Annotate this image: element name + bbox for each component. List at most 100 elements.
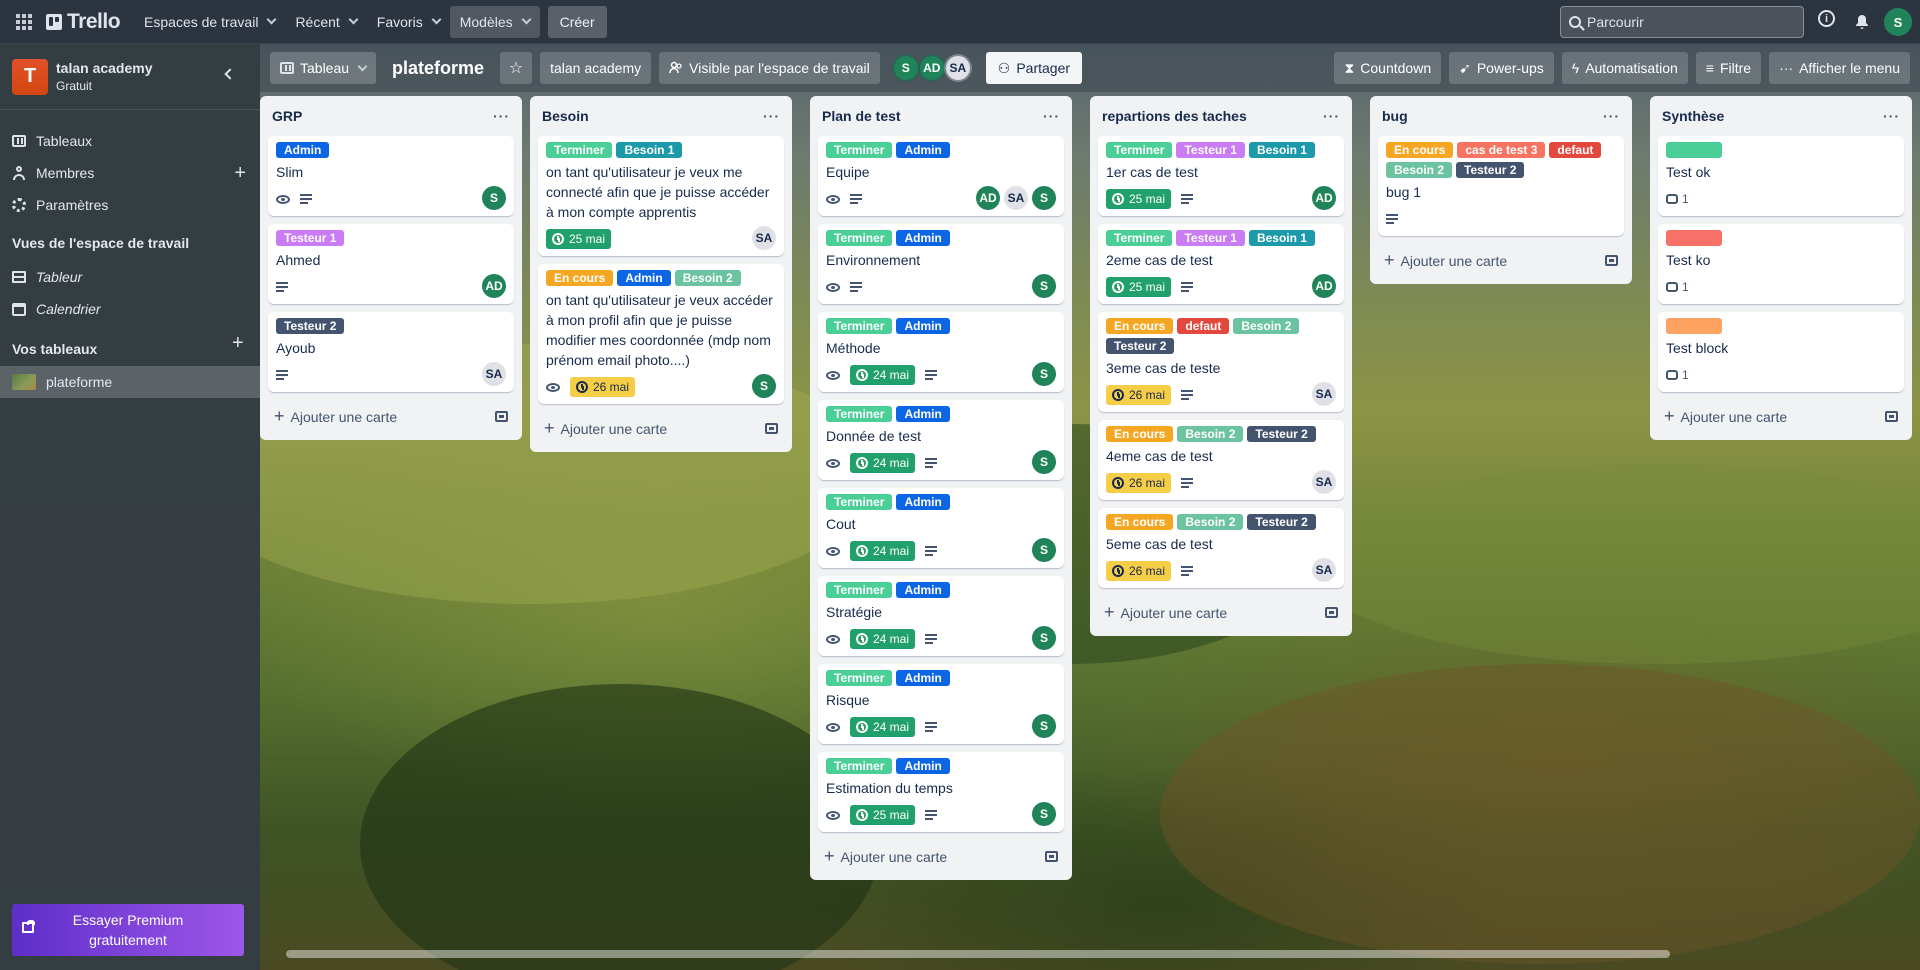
list-header[interactable]: Synthèse ··· xyxy=(1658,96,1904,136)
list-menu-icon[interactable]: ··· xyxy=(1603,108,1620,124)
label-besoin-2[interactable]: Besoin 2 xyxy=(1386,162,1453,178)
card[interactable]: En cours defaut Besoin 2 Testeur 2 3eme cas … xyxy=(1098,312,1344,412)
member-avatar[interactable]: SA xyxy=(1312,470,1336,494)
due-date-badge[interactable]: 26 mai xyxy=(1106,385,1172,405)
label-testeur-2[interactable]: Testeur 2 xyxy=(1247,426,1316,442)
label-terminer[interactable]: Terminer xyxy=(826,758,893,774)
list-menu-icon[interactable]: ··· xyxy=(493,108,510,124)
card[interactable]: Testeur 2 Ayoub SA xyxy=(268,312,514,392)
add-card-button[interactable]: + Ajouter une carte xyxy=(1378,244,1624,276)
label-besoin-1[interactable]: Besoin 1 xyxy=(616,142,683,158)
member-avatar[interactable]: AD xyxy=(976,186,1000,210)
member-avatar[interactable]: SA xyxy=(1312,558,1336,582)
create-button[interactable]: Créer xyxy=(547,5,607,38)
member-avatar[interactable]: AD xyxy=(1312,274,1336,298)
recent-menu[interactable]: Récent xyxy=(285,6,366,38)
member-avatar[interactable]: S xyxy=(1032,186,1056,210)
list-header[interactable]: GRP ··· xyxy=(268,96,514,136)
member-avatar[interactable]: SA xyxy=(1312,382,1336,406)
card-template-icon[interactable] xyxy=(1045,850,1058,862)
list-header[interactable]: Besoin ··· xyxy=(538,96,784,136)
card[interactable]: Terminer Admin Cout 24 mai S xyxy=(818,488,1064,568)
label-orange[interactable] xyxy=(1666,318,1722,334)
label-terminer[interactable]: Terminer xyxy=(1106,230,1173,246)
member-avatar[interactable]: SA xyxy=(482,362,506,386)
label-admin[interactable]: Admin xyxy=(896,494,950,510)
collapse-sidebar-icon[interactable] xyxy=(224,68,236,80)
card-template-icon[interactable] xyxy=(1325,606,1338,618)
member-avatar[interactable]: AD xyxy=(1312,186,1336,210)
member-avatar[interactable]: S xyxy=(1032,274,1056,298)
list-title[interactable]: repartions des taches xyxy=(1102,108,1247,124)
user-avatar[interactable]: S xyxy=(1884,8,1912,36)
due-date-badge[interactable]: 26 mai xyxy=(570,377,636,397)
sidebar-item-boards[interactable]: Tableaux xyxy=(0,125,260,157)
label-testeur-2[interactable]: Testeur 2 xyxy=(1456,162,1525,178)
add-card-button[interactable]: + Ajouter une carte xyxy=(1098,596,1344,628)
add-card-button[interactable]: + Ajouter une carte xyxy=(538,412,784,444)
card[interactable]: Terminer Testeur 1 Besoin 1 1er cas de test… xyxy=(1098,136,1344,216)
card[interactable]: Terminer Admin Stratégie 24 mai S xyxy=(818,576,1064,656)
add-card-button[interactable]: + Ajouter une carte xyxy=(818,840,1064,872)
label-defaut[interactable]: defaut xyxy=(1177,318,1230,334)
label-testeur-1[interactable]: Testeur 1 xyxy=(276,230,345,246)
member-avatar[interactable]: SA xyxy=(1004,186,1028,210)
member-avatar[interactable]: S xyxy=(891,54,920,82)
search-box[interactable] xyxy=(1560,6,1804,38)
due-date-badge[interactable]: 25 mai xyxy=(1106,189,1172,209)
label-cas-de-test-3[interactable]: cas de test 3 xyxy=(1457,142,1546,158)
list-title[interactable]: bug xyxy=(1382,108,1408,124)
try-premium-button[interactable]: Essayer Premium gratuitement xyxy=(12,904,244,956)
view-switcher[interactable]: Tableau xyxy=(270,52,377,84)
due-date-badge[interactable]: 24 mai xyxy=(850,365,916,385)
share-button[interactable]: ⚇ Partager xyxy=(985,52,1083,84)
app-switcher-icon[interactable] xyxy=(8,6,40,38)
label-admin[interactable]: Admin xyxy=(896,670,950,686)
list-menu-icon[interactable]: ··· xyxy=(1883,108,1900,124)
member-avatar[interactable]: AD xyxy=(917,54,946,82)
card[interactable]: Terminer Admin Méthode 24 mai S xyxy=(818,312,1064,392)
due-date-badge[interactable]: 25 mai xyxy=(546,229,612,249)
sidebar-item-calendar-view[interactable]: Calendrier xyxy=(0,293,260,325)
sidebar-item-settings[interactable]: Paramètres xyxy=(0,189,260,221)
starred-menu[interactable]: Favoris xyxy=(367,6,450,38)
card-template-icon[interactable] xyxy=(495,410,508,422)
member-avatar[interactable]: S xyxy=(1032,450,1056,474)
label-terminer[interactable]: Terminer xyxy=(826,494,893,510)
list-title[interactable]: Plan de test xyxy=(822,108,901,124)
add-card-button[interactable]: + Ajouter une carte xyxy=(268,400,514,432)
label-besoin-2[interactable]: Besoin 2 xyxy=(1177,514,1244,530)
card[interactable]: Terminer Admin Environnement S xyxy=(818,224,1064,304)
label-en-cours[interactable]: En cours xyxy=(1106,318,1174,334)
add-board-icon[interactable]: + xyxy=(232,332,244,355)
label-besoin-1[interactable]: Besoin 1 xyxy=(1248,142,1315,158)
label-testeur-2[interactable]: Testeur 2 xyxy=(276,318,345,334)
card[interactable]: En cours cas de test 3 defaut Besoin 2 Teste… xyxy=(1378,136,1624,236)
card-template-icon[interactable] xyxy=(765,422,778,434)
card[interactable]: Terminer Besoin 1 on tant qu'utilisateur j… xyxy=(538,136,784,256)
due-date-badge[interactable]: 25 mai xyxy=(850,805,916,825)
card[interactable]: En cours Besoin 2 Testeur 2 4eme cas de tes… xyxy=(1098,420,1344,500)
list-header[interactable]: repartions des taches ··· xyxy=(1098,96,1344,136)
label-terminer[interactable]: Terminer xyxy=(546,142,613,158)
member-avatar[interactable]: S xyxy=(1032,362,1056,386)
label-terminer[interactable]: Terminer xyxy=(826,670,893,686)
star-board-button[interactable]: ☆ xyxy=(500,52,533,84)
workspaces-menu[interactable]: Espaces de travail xyxy=(134,6,285,38)
due-date-badge[interactable]: 24 mai xyxy=(850,453,916,473)
card[interactable]: En cours Admin Besoin 2 on tant qu'utilisat… xyxy=(538,264,784,404)
card-template-icon[interactable] xyxy=(1605,254,1618,266)
card[interactable]: Terminer Testeur 1 Besoin 1 2eme cas de tes… xyxy=(1098,224,1344,304)
label-besoin-2[interactable]: Besoin 2 xyxy=(674,270,741,286)
list-menu-icon[interactable]: ··· xyxy=(1043,108,1060,124)
due-date-badge[interactable]: 24 mai xyxy=(850,717,916,737)
label-admin[interactable]: Admin xyxy=(896,142,950,158)
powerups-button[interactable]: ➹ Power-ups xyxy=(1449,52,1554,84)
countdown-button[interactable]: ⧗ Countdown xyxy=(1334,52,1442,84)
member-avatar[interactable]: S xyxy=(752,374,776,398)
notifications-bell-icon[interactable] xyxy=(1850,10,1874,34)
member-avatar[interactable]: S xyxy=(1032,714,1056,738)
label-testeur-1[interactable]: Testeur 1 xyxy=(1176,142,1245,158)
board-title[interactable]: plateforme xyxy=(384,58,492,79)
list-header[interactable]: Plan de test ··· xyxy=(818,96,1064,136)
